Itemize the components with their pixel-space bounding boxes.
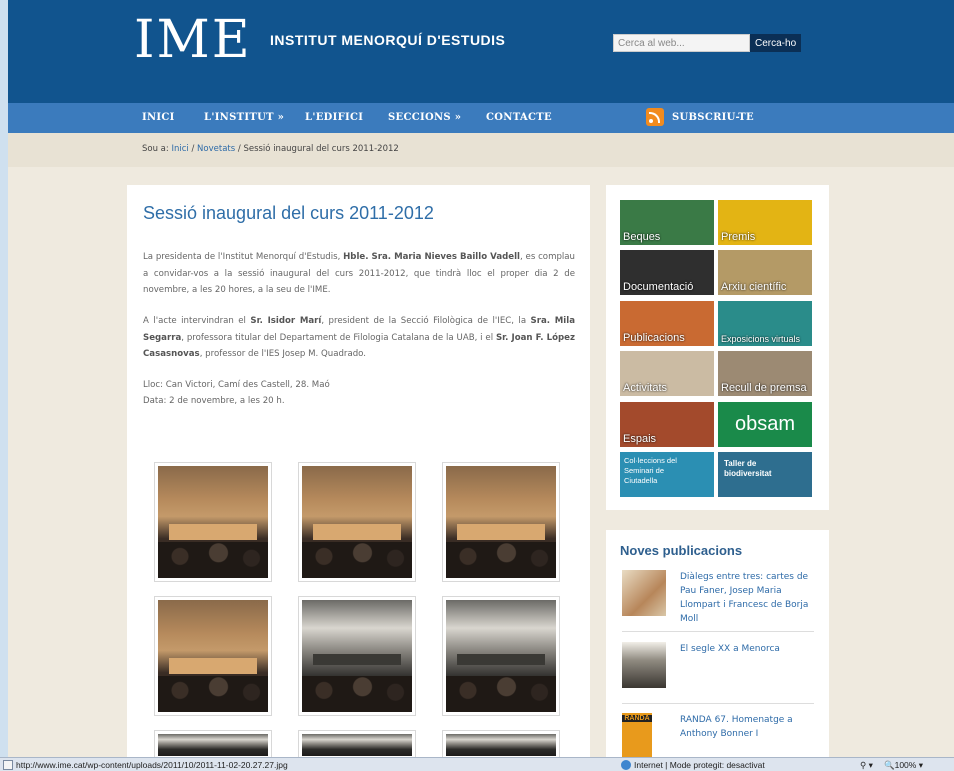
tile-colleccions-seminari[interactable]: Col·leccions del Seminari de Ciutadella [620,452,714,497]
window-edge [0,167,8,757]
gallery-photo[interactable] [298,462,416,582]
protected-mode-icon[interactable]: ⚲ ▾ [860,760,873,771]
tile-obsam[interactable]: obsam [718,402,812,447]
text-run: A l'acte intervindran el [143,316,251,326]
tile-label: Col·leccions del Seminari de Ciutadella [624,456,677,485]
publication-title[interactable]: Diàlegs entre tres: cartes de Pau Faner,… [680,570,818,626]
gallery-photo[interactable] [154,730,272,760]
gallery-photo[interactable] [154,462,272,582]
status-url: http://www.ime.cat/wp-content/uploads/20… [16,760,288,770]
tile-publicacions[interactable]: Publicacions [620,301,714,346]
site-header: IME INSTITUT MENORQUÍ D'ESTUDIS Cerca-ho [0,0,954,103]
publications-panel: Noves publicacions Diàlegs entre tres: c… [606,530,829,760]
cover-title: RANDA [622,715,652,722]
tile-label: Publicacions [623,332,685,344]
book-cover[interactable]: RANDA [622,713,652,757]
text-run: , president de la Secció Filològica de l… [321,316,531,326]
text-run: , professora titular del Departament de … [181,332,496,343]
zoom-level[interactable]: 🔍100% ▾ [884,760,923,771]
book-cover[interactable] [622,570,666,616]
search-button[interactable]: Cerca-ho [750,34,802,52]
tile-beques[interactable]: Beques [620,200,714,245]
article-card: Sessió inaugural del curs 2011-2012 La p… [127,185,590,760]
breadcrumb-bar: Sou a: Inici / Novetats / Sessió inaugur… [0,133,954,167]
tile-label: Documentació [623,281,694,293]
publications-heading: Noves publicacions [620,543,743,558]
gallery-photo[interactable] [298,730,416,760]
speaker-name: Sr. Isidor Marí [250,316,322,326]
article-title: Sessió inaugural del curs 2011-2012 [143,203,434,223]
breadcrumb-prefix: Sou a: [142,144,169,154]
publication-title[interactable]: El segle XX a Menorca [680,642,818,656]
tile-label: Exposicions virtuals [721,334,801,344]
main-nav: INICI L'INSTITUT » L'EDIFICI SECCIONS » … [0,103,954,133]
tile-label: Arxiu científic [721,281,787,293]
nav-item-inici[interactable]: INICI [142,112,175,123]
tile-label: Premis [721,231,756,243]
gallery-photo[interactable] [154,596,272,716]
publication-title[interactable]: RANDA 67. Homenatge a Anthony Bonner I [680,713,818,741]
breadcrumb-current: Sessió inaugural del curs 2011-2012 [243,144,399,154]
tile-label: obsam [734,413,796,435]
site-logo[interactable]: IME [134,10,252,70]
browser-status-bar: http://www.ime.cat/wp-content/uploads/20… [0,757,954,771]
tile-taller-biodiversitat[interactable]: Taller de biodiversitat [718,452,812,497]
nav-item-institut[interactable]: L'INSTITUT » [204,112,284,123]
subscribe-link[interactable]: SUBSCRIU-TE [672,112,754,123]
tile-premis[interactable]: Premis [718,200,812,245]
breadcrumb: Sou a: Inici / Novetats / Sessió inaugur… [142,144,399,154]
page-icon [3,760,13,770]
breadcrumb-section[interactable]: Novetats [197,144,235,154]
nav-item-contacte[interactable]: CONTACTE [486,112,552,123]
security-zone[interactable]: Internet | Mode protegit: desactivat [634,760,765,770]
tile-label: Espais [623,433,657,445]
divider [622,631,814,632]
site-subtitle: INSTITUT MENORQUÍ D'ESTUDIS [270,32,506,48]
search-form: Cerca-ho [613,34,802,52]
gallery-photo[interactable] [442,730,560,760]
rss-icon[interactable] [646,108,664,126]
president-name: Hble. Sra. Maria Nieves Baillo Vadell [343,252,521,262]
nav-item-edifici[interactable]: L'EDIFICI [305,112,363,123]
text-run: , professor de l'IES Josep M. Quadrado. [199,349,367,359]
globe-icon [621,760,631,770]
sections-panel: Beques Premis Documentació Arxiu científ… [606,185,829,510]
event-place: Lloc: Can Victori, Camí des Castell, 28.… [143,380,330,390]
tile-label: Recull de premsa [721,382,807,394]
tile-label: Activitats [623,382,668,394]
divider [622,703,814,704]
nav-item-seccions[interactable]: SECCIONS » [388,112,461,123]
breadcrumb-home[interactable]: Inici [171,144,188,154]
tile-documentacio[interactable]: Documentació [620,250,714,295]
tile-activitats[interactable]: Activitats [620,351,714,396]
tile-recull-de-premsa[interactable]: Recull de premsa [718,351,812,396]
book-cover[interactable] [622,642,666,688]
tile-label: Taller de biodiversitat [724,459,772,478]
tile-espais[interactable]: Espais [620,402,714,447]
tile-arxiu-cientific[interactable]: Arxiu científic [718,250,812,295]
search-input[interactable] [613,34,750,52]
article-paragraph-2: A l'acte intervindran el Sr. Isidor Marí… [143,313,575,363]
gallery-photo[interactable] [442,462,560,582]
tile-exposicions-virtuals[interactable]: Exposicions virtuals [718,301,812,346]
tile-label: Beques [623,231,661,243]
article-paragraph-1: La presidenta de l'Institut Menorquí d'E… [143,249,575,299]
text-run: La presidenta de l'Institut Menorquí d'E… [143,252,344,262]
gallery-photo[interactable] [298,596,416,716]
zoom-value: 100% [894,760,917,770]
event-date: Data: 2 de novembre, a les 20 h. [143,396,285,406]
gallery-photo[interactable] [442,596,560,716]
